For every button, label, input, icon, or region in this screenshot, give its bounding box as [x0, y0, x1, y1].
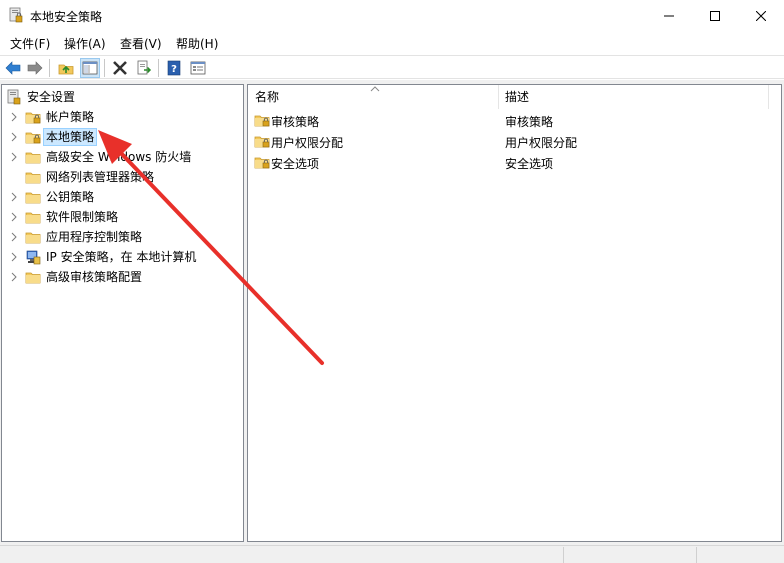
- forward-arrow-icon: [27, 61, 43, 75]
- menu-action[interactable]: 操作(A): [64, 35, 106, 52]
- export-list-icon: [137, 60, 152, 75]
- toolbar: ?: [0, 55, 784, 79]
- column-header-name[interactable]: 名称: [255, 85, 279, 109]
- tree-label: 应用程序控制策略: [46, 230, 143, 244]
- help-button[interactable]: ?: [164, 58, 184, 78]
- back-arrow-icon: [5, 61, 21, 75]
- chevron-right-icon[interactable]: [9, 272, 19, 282]
- chevron-right-icon[interactable]: [9, 132, 19, 142]
- folder-icon: [25, 169, 41, 185]
- sort-ascending-icon: [370, 86, 380, 92]
- close-button[interactable]: [738, 0, 784, 31]
- folder-icon: [25, 209, 41, 225]
- tree-item-account-policy[interactable]: 帐户策略: [2, 107, 243, 127]
- show-hide-tree-button[interactable]: [80, 58, 100, 78]
- tree-label: IP 安全策略，在 本地计算机: [46, 250, 197, 264]
- menu-view[interactable]: 查看(V): [120, 35, 162, 52]
- folder-icon: [25, 189, 41, 205]
- ip-security-icon: [26, 250, 41, 265]
- minimize-button[interactable]: [646, 0, 692, 31]
- back-button[interactable]: [3, 58, 23, 78]
- local-security-policy-icon: [9, 7, 23, 23]
- maximize-icon: [710, 10, 720, 21]
- tree-label: 软件限制策略: [46, 210, 119, 224]
- chevron-right-icon[interactable]: [9, 152, 19, 162]
- list-item-description: 审核策略: [505, 115, 554, 129]
- list-item-name: 用户权限分配: [271, 136, 344, 150]
- delete-button[interactable]: [110, 58, 130, 78]
- list-item-user-rights[interactable]: 用户权限分配 用户权限分配: [248, 131, 781, 152]
- tree-item-public-key[interactable]: 公钥策略: [2, 187, 243, 207]
- tree-label: 网络列表管理器策略: [46, 170, 155, 184]
- maximize-button[interactable]: [692, 0, 738, 31]
- policy-folder-icon: [254, 154, 270, 170]
- policy-folder-icon: [254, 133, 270, 149]
- tree-label: 本地策略: [43, 128, 98, 146]
- list-item-name: 安全选项: [271, 157, 320, 171]
- folder-icon: [25, 229, 41, 245]
- column-header-description[interactable]: 描述: [505, 85, 529, 109]
- status-bar: [0, 545, 784, 563]
- delete-icon: [113, 61, 127, 75]
- list-item-description: 用户权限分配: [505, 136, 578, 150]
- policy-folder-icon: [254, 112, 270, 128]
- chevron-right-icon[interactable]: [9, 192, 19, 202]
- tree-label: 安全设置: [27, 90, 76, 104]
- tree-item-software-restriction[interactable]: 软件限制策略: [2, 207, 243, 227]
- tree-item-app-control[interactable]: 应用程序控制策略: [2, 227, 243, 247]
- properties-icon: [190, 61, 206, 75]
- export-list-button[interactable]: [134, 58, 154, 78]
- tree-label: 高级安全 Windows 防火墙: [46, 150, 192, 164]
- show-hide-tree-icon: [82, 61, 98, 75]
- tree-root-security-settings[interactable]: 安全设置: [2, 87, 243, 107]
- tree-item-local-policy[interactable]: 本地策略: [2, 127, 243, 147]
- policy-folder-icon: [25, 109, 41, 125]
- close-icon: [756, 10, 766, 21]
- tree-item-ip-security[interactable]: IP 安全策略，在 本地计算机: [2, 247, 243, 267]
- chevron-right-icon[interactable]: [9, 252, 19, 262]
- properties-button[interactable]: [188, 58, 208, 78]
- menu-bar: 文件(F) 操作(A) 查看(V) 帮助(H): [0, 31, 784, 53]
- list-item-security-options[interactable]: 安全选项 安全选项: [248, 152, 781, 173]
- tree-pane[interactable]: 安全设置 帐户策略 本地策略 高级安全 Windows 防火墙 网络列表管理器策…: [1, 84, 244, 542]
- tree-label: 高级审核策略配置: [46, 270, 143, 284]
- tree-label: 公钥策略: [46, 190, 95, 204]
- tree-label: 帐户策略: [46, 110, 95, 124]
- list-item-audit-policy[interactable]: 审核策略 审核策略: [248, 110, 781, 131]
- chevron-right-icon[interactable]: [9, 112, 19, 122]
- svg-text:?: ?: [171, 64, 177, 75]
- minimize-icon: [664, 15, 674, 16]
- list-pane[interactable]: 名称 描述 审核策略 审核策略 用户权限分配 用户权限分配 安全选项 安全选项: [247, 84, 782, 542]
- up-one-level-button[interactable]: [56, 58, 76, 78]
- security-settings-icon: [7, 89, 21, 105]
- folder-icon: [25, 269, 41, 285]
- title-bar: 本地安全策略: [0, 0, 784, 31]
- folder-icon: [25, 149, 41, 165]
- policy-folder-icon: [25, 129, 41, 145]
- window-title: 本地安全策略: [30, 10, 103, 24]
- tree-item-advanced-audit[interactable]: 高级审核策略配置: [2, 267, 243, 287]
- forward-button[interactable]: [25, 58, 45, 78]
- up-folder-icon: [58, 64, 74, 75]
- list-item-description: 安全选项: [505, 157, 554, 171]
- chevron-right-icon[interactable]: [9, 212, 19, 222]
- menu-help[interactable]: 帮助(H): [176, 35, 218, 52]
- tree-item-firewall[interactable]: 高级安全 Windows 防火墙: [2, 147, 243, 167]
- list-item-name: 审核策略: [271, 115, 320, 129]
- menu-file[interactable]: 文件(F): [10, 35, 50, 52]
- help-icon: ?: [167, 60, 181, 76]
- chevron-right-icon[interactable]: [9, 232, 19, 242]
- tree-item-network-list[interactable]: 网络列表管理器策略: [2, 167, 243, 187]
- column-header-row: 名称 描述: [248, 85, 781, 109]
